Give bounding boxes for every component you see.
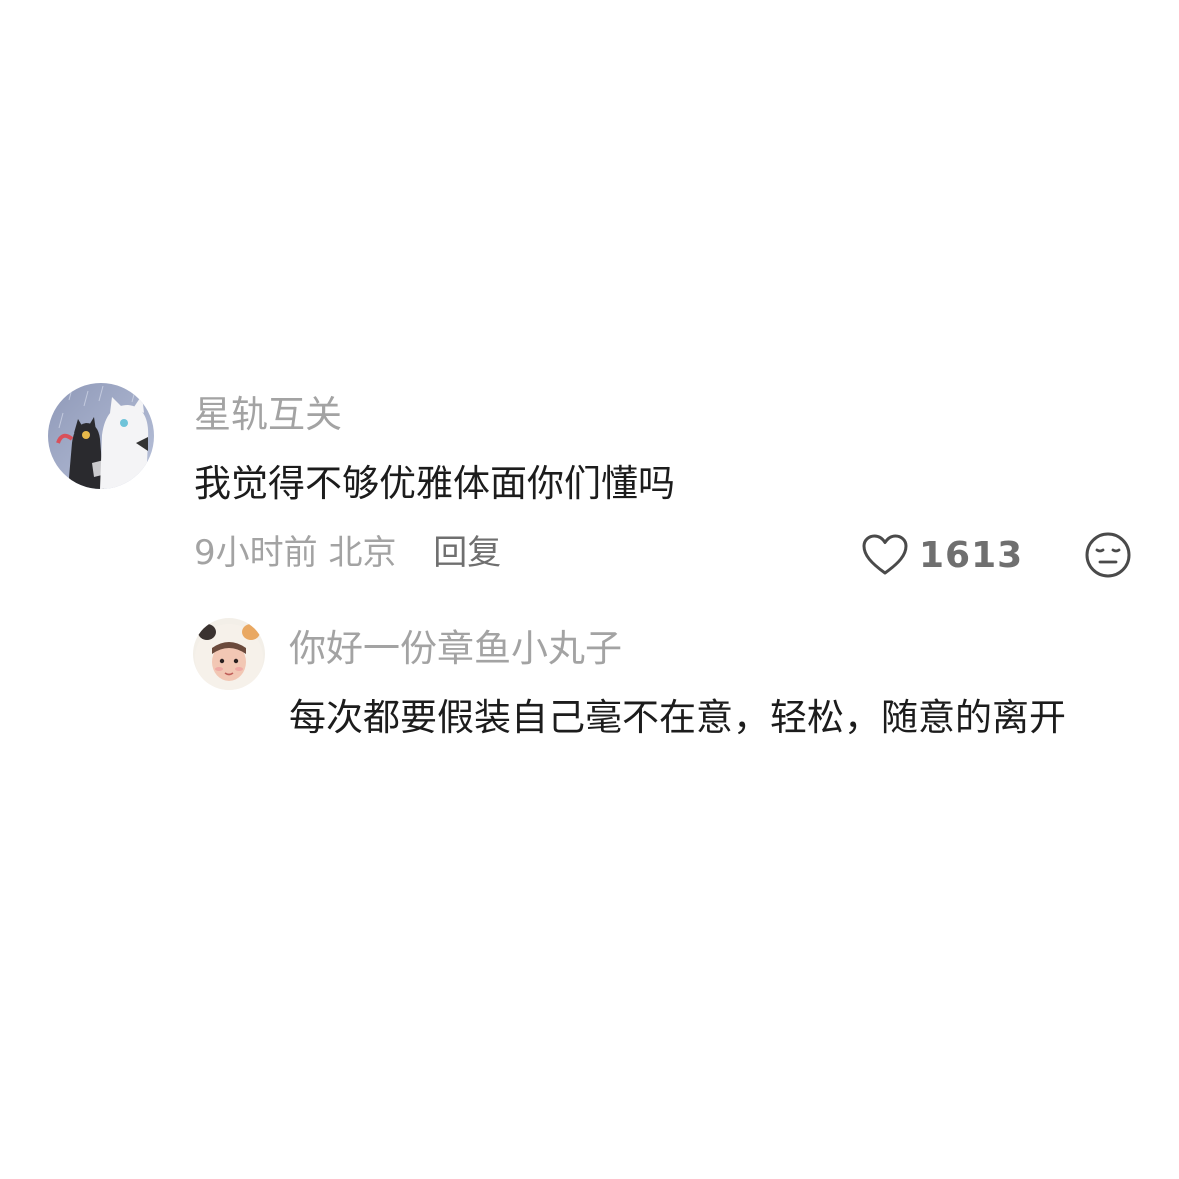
neutral-face-icon (1085, 532, 1131, 578)
heart-outline-icon (862, 534, 908, 575)
comment-meta: 9小时前 北京 回复 (194, 530, 501, 576)
dislike-button[interactable] (1084, 531, 1132, 579)
comment-time: 9小时前 (194, 533, 318, 573)
user-avatar[interactable] (48, 383, 154, 489)
reply-username[interactable]: 你好一份章鱼小丸子 (289, 627, 622, 671)
comment-item: 星轨互关 我觉得不够优雅体面你们懂吗 9小时前 北京 回复 1613 你好一份章… (0, 0, 1179, 1179)
like-count: 1613 (919, 534, 1024, 576)
reply-button[interactable]: 回复 (433, 533, 501, 573)
cartoon-cats-avatar-icon (48, 383, 154, 489)
comment-text: 我觉得不够优雅体面你们懂吗 (194, 462, 675, 505)
reply-user-avatar[interactable] (193, 618, 265, 690)
reply-text: 每次都要假装自己毫不在意，轻松，随意的离开 (289, 696, 1066, 739)
person-in-animal-hat-avatar-icon (193, 618, 265, 690)
comment-location: 北京 (328, 533, 397, 573)
like-button[interactable]: 1613 (861, 530, 1023, 580)
comment-username[interactable]: 星轨互关 (194, 393, 342, 437)
